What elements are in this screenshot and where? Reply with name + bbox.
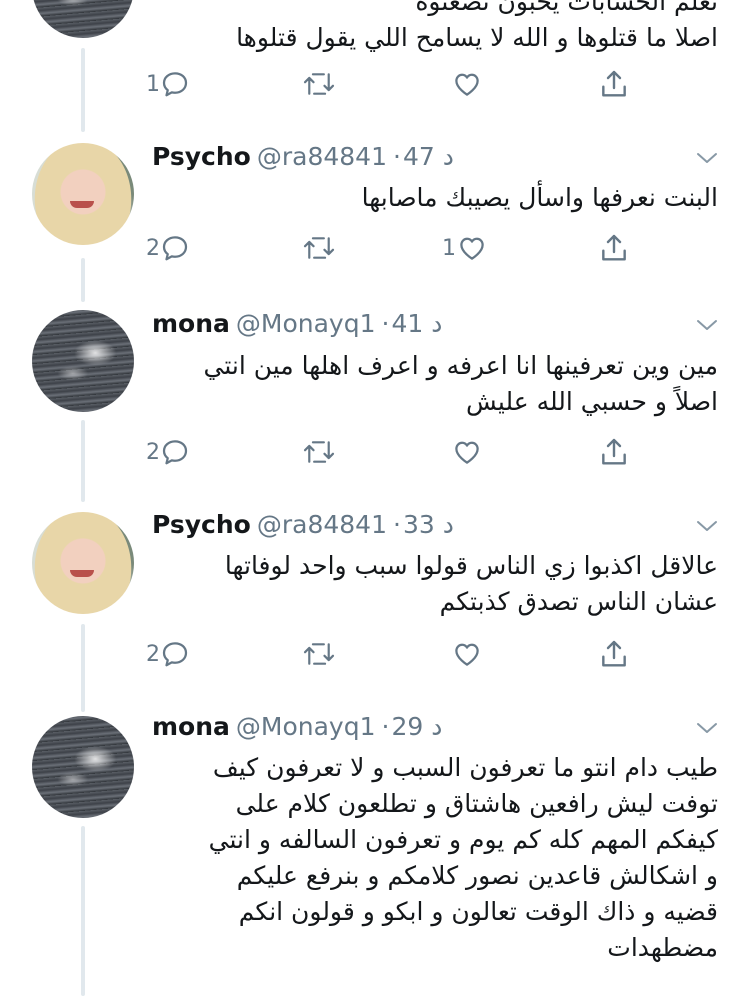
tweet-header: Psycho @ra84841·33 د: [152, 510, 454, 542]
reply-button[interactable]: 2: [146, 634, 190, 674]
chevron-down-icon: [694, 723, 720, 742]
reply-button[interactable]: 2: [146, 432, 190, 472]
share-icon: [598, 436, 630, 468]
heart-icon: [451, 639, 483, 669]
avatar[interactable]: [32, 310, 134, 412]
reply-count: 1: [146, 71, 160, 97]
share-button[interactable]: [598, 634, 630, 674]
reply-icon: [160, 639, 190, 669]
share-button[interactable]: [598, 228, 630, 268]
thread-line: [81, 624, 85, 712]
tweet-menu-button[interactable]: [694, 516, 720, 536]
retweet-button[interactable]: [302, 64, 336, 104]
display-name[interactable]: mona: [152, 309, 230, 338]
retweet-icon: [302, 69, 336, 99]
reply-icon: [160, 437, 190, 467]
thread-line: [81, 420, 85, 502]
retweet-button[interactable]: [302, 228, 336, 268]
username[interactable]: @Monayq1: [236, 309, 376, 338]
thread-line: [81, 48, 85, 132]
thread-line: [81, 258, 85, 302]
retweet-icon: [302, 437, 336, 467]
tweet-actions: 2: [140, 432, 640, 472]
reply-button[interactable]: 1: [146, 64, 190, 104]
share-button[interactable]: [598, 64, 630, 104]
tweet-actions: 2 1: [140, 228, 640, 268]
timestamp[interactable]: 29 د: [391, 712, 442, 741]
heart-icon: [451, 69, 483, 99]
tweet-text: طيب دام انتو ما تعرفون السبب و لا تعرفون…: [208, 753, 718, 962]
timestamp[interactable]: 33 د: [403, 510, 454, 539]
tweet-actions: 2: [140, 634, 640, 674]
tweet-text: مين وين تعرفينها انا اعرفه و اعرف اهلها …: [203, 351, 718, 416]
reply-button[interactable]: 2: [146, 228, 190, 268]
tweet-menu-button[interactable]: [694, 148, 720, 168]
tweet-header: mona @Monayq1·29 د: [152, 712, 442, 744]
display-name[interactable]: mona: [152, 712, 230, 741]
reply-icon: [160, 69, 190, 99]
chevron-down-icon: [694, 320, 720, 339]
like-button[interactable]: [451, 432, 483, 472]
avatar[interactable]: [32, 0, 134, 38]
username[interactable]: @ra84841: [257, 142, 387, 171]
reply-icon: [160, 233, 190, 263]
retweet-icon: [302, 639, 336, 669]
heart-icon: [456, 233, 488, 263]
avatar[interactable]: [32, 716, 134, 818]
tweet-text: عالاقل اكذبوا زي الناس قولوا سبب واحد لو…: [224, 551, 718, 616]
timestamp[interactable]: 47 د: [403, 142, 454, 171]
tweet-menu-button[interactable]: [694, 718, 720, 738]
share-icon: [598, 638, 630, 670]
tweet-menu-button[interactable]: [694, 315, 720, 335]
share-icon: [598, 232, 630, 264]
like-button[interactable]: 1: [442, 228, 488, 268]
like-button[interactable]: [451, 64, 483, 104]
dot-separator: ·: [381, 712, 390, 741]
dot-separator: ·: [381, 309, 390, 338]
retweet-button[interactable]: [302, 634, 336, 674]
heart-icon: [451, 437, 483, 467]
reply-count: 2: [146, 439, 160, 465]
reply-count: 2: [146, 235, 160, 261]
avatar[interactable]: [32, 143, 134, 245]
dot-separator: ·: [393, 510, 401, 539]
like-button[interactable]: [451, 634, 483, 674]
username[interactable]: @Monayq1: [236, 712, 376, 741]
chevron-down-icon: [694, 521, 720, 540]
chevron-down-icon: [694, 153, 720, 172]
thread-line: [81, 826, 85, 996]
tweet-text: تعلم الحسابات يحبون تصعنوه اصلا ما قتلوه…: [236, 0, 718, 52]
share-icon: [598, 68, 630, 100]
username[interactable]: @ra84841: [257, 510, 387, 539]
display-name[interactable]: Psycho: [152, 510, 251, 539]
tweet-actions: 1: [140, 64, 640, 104]
tweet-header: Psycho @ra84841·47 د: [152, 142, 454, 174]
display-name[interactable]: Psycho: [152, 142, 251, 171]
like-count: 1: [442, 235, 456, 261]
timestamp[interactable]: 41 د: [391, 309, 442, 338]
avatar[interactable]: [32, 512, 134, 614]
dot-separator: ·: [393, 142, 401, 171]
retweet-icon: [302, 233, 336, 263]
reply-count: 2: [146, 641, 160, 667]
retweet-button[interactable]: [302, 432, 336, 472]
tweet-header: mona @Monayq1·41 د: [152, 309, 442, 341]
share-button[interactable]: [598, 432, 630, 472]
tweet-text: البنت نعرفها واسأل يصيبك ماصابها: [361, 183, 718, 212]
